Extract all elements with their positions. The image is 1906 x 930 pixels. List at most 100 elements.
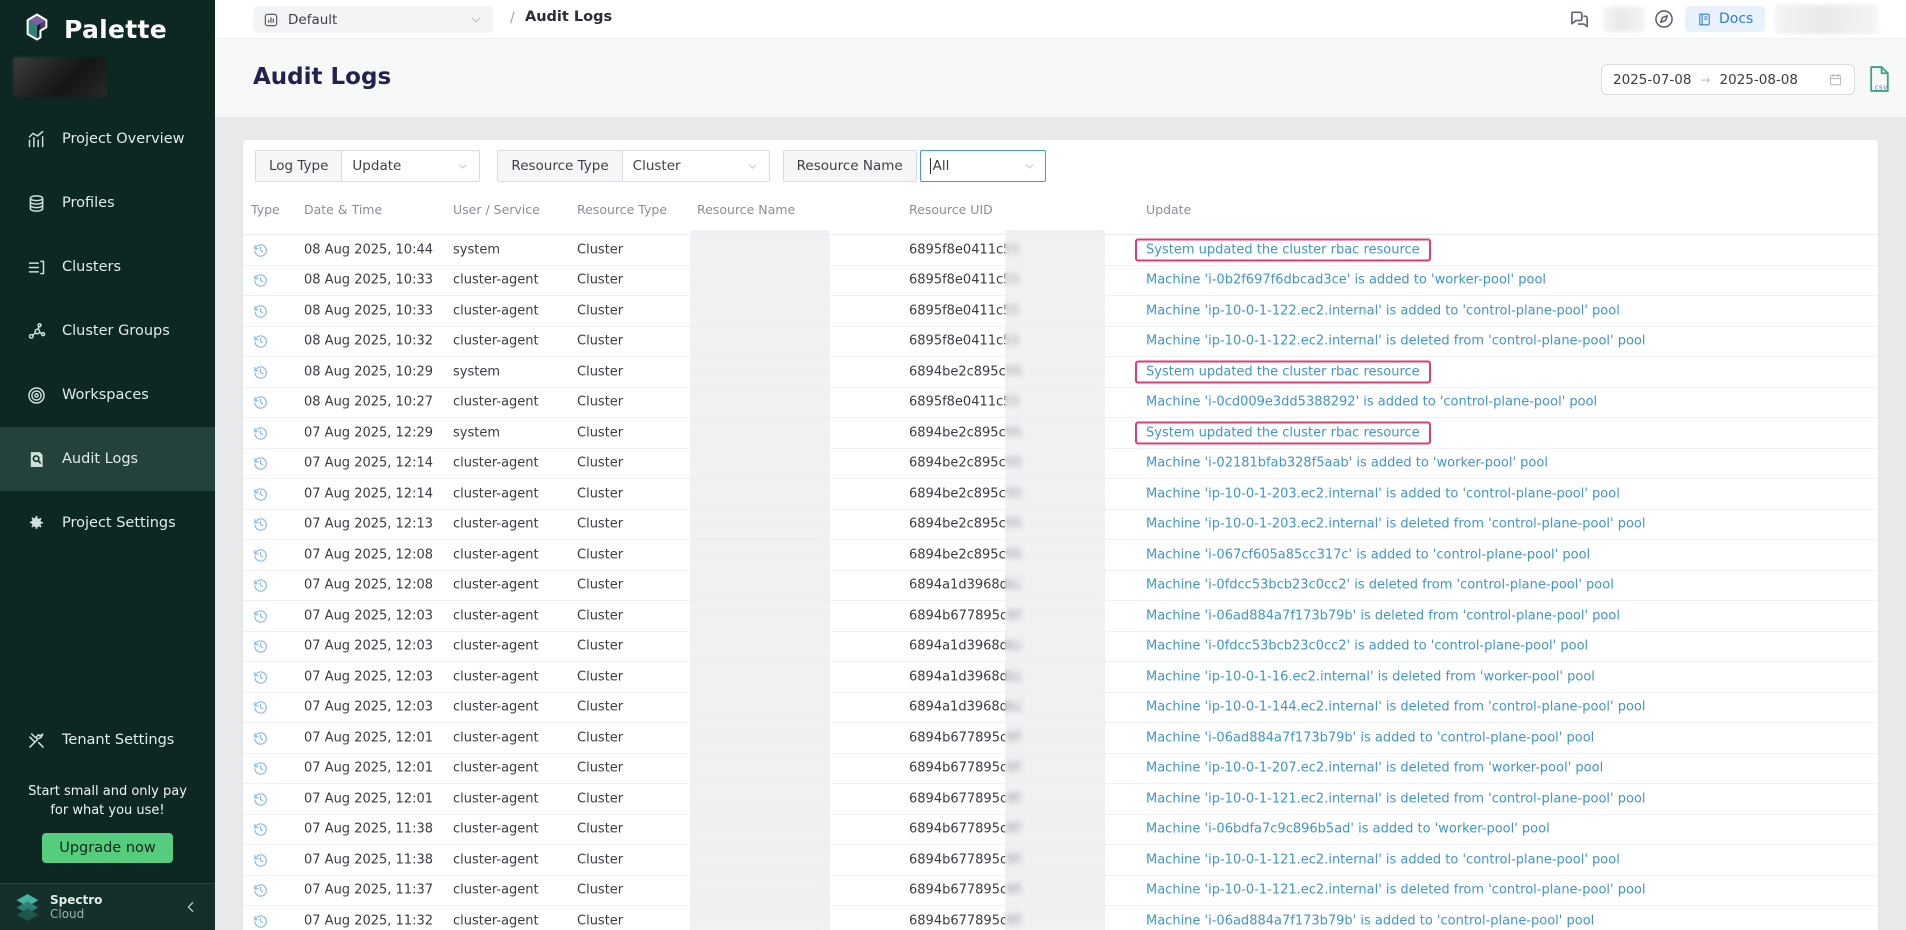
- update-link[interactable]: Machine 'ip-10-0-1-16.ec2.internal' is d…: [1146, 669, 1595, 684]
- update-link[interactable]: System updated the cluster rbac resource: [1135, 360, 1431, 383]
- update-link[interactable]: Machine 'i-0fdcc53bcb23c0cc2' is added t…: [1146, 639, 1588, 654]
- history-icon[interactable]: [252, 455, 269, 472]
- sidebar-item-tenant-settings[interactable]: Tenant Settings: [0, 708, 215, 772]
- cell-datetime: 07 Aug 2025, 12:08: [304, 547, 433, 562]
- history-icon[interactable]: [252, 668, 269, 685]
- cell-user-service: cluster-agent: [453, 852, 539, 867]
- brand-logo[interactable]: Palette: [20, 11, 167, 47]
- history-icon[interactable]: [252, 241, 269, 258]
- cell-user-service: cluster-agent: [453, 547, 539, 562]
- app-root: Palette Project Overview Profiles Cluste…: [0, 0, 1906, 930]
- cell-datetime: 07 Aug 2025, 12:03: [304, 608, 433, 623]
- history-icon[interactable]: [252, 821, 269, 838]
- cell-datetime: 08 Aug 2025, 10:33: [304, 303, 433, 318]
- history-icon[interactable]: [252, 638, 269, 655]
- sidebar-item-project-settings[interactable]: Project Settings: [0, 491, 215, 555]
- cell-datetime: 07 Aug 2025, 12:14: [304, 486, 433, 501]
- update-link[interactable]: Machine 'i-067cf605a85cc317c' is added t…: [1146, 547, 1590, 562]
- filter-log-type-select[interactable]: Update: [342, 151, 479, 181]
- history-icon[interactable]: [252, 912, 269, 929]
- history-icon[interactable]: [252, 760, 269, 777]
- history-icon[interactable]: [252, 699, 269, 716]
- cell-user-service: cluster-agent: [453, 822, 539, 837]
- history-icon[interactable]: [252, 790, 269, 807]
- update-link[interactable]: Machine 'i-06ad884a7f173b79b' is added t…: [1146, 730, 1594, 745]
- update-link[interactable]: Machine 'i-06ad884a7f173b79b' is deleted…: [1146, 608, 1620, 623]
- docs-label: Docs: [1719, 11, 1753, 27]
- history-icon[interactable]: [252, 363, 269, 380]
- update-link[interactable]: Machine 'ip-10-0-1-207.ec2.internal' is …: [1146, 761, 1603, 776]
- history-icon[interactable]: [252, 882, 269, 899]
- cluster-groups-icon: [26, 321, 47, 342]
- cell-resource-type: Cluster: [577, 761, 623, 776]
- filter-bar: Log Type Update Resource Type Cluster Re…: [255, 150, 1046, 182]
- table-header: TypeDate & TimeUser / ServiceResource Ty…: [243, 202, 1878, 226]
- csv-download-icon[interactable]: [1866, 64, 1893, 94]
- cell-resource-type: Cluster: [577, 608, 623, 623]
- cell-resource-type: Cluster: [577, 578, 623, 593]
- docs-button[interactable]: Docs: [1685, 6, 1765, 32]
- column-header: Type: [251, 202, 280, 217]
- history-icon[interactable]: [252, 424, 269, 441]
- update-link[interactable]: Machine 'i-02181bfab328f5aab' is added t…: [1146, 456, 1548, 471]
- update-link[interactable]: Machine 'i-06ad884a7f173b79b' is added t…: [1146, 913, 1594, 928]
- sidebar-item-cluster-groups[interactable]: Cluster Groups: [0, 299, 215, 363]
- update-link[interactable]: Machine 'ip-10-0-1-203.ec2.internal' is …: [1146, 517, 1646, 532]
- update-link[interactable]: System updated the cluster rbac resource: [1135, 238, 1431, 261]
- update-link[interactable]: Machine 'ip-10-0-1-121.ec2.internal' is …: [1146, 852, 1620, 867]
- cell-update: Machine 'ip-10-0-1-121.ec2.internal' is …: [1146, 883, 1646, 898]
- sidebar-item-workspaces[interactable]: Workspaces: [0, 363, 215, 427]
- update-link[interactable]: Machine 'ip-10-0-1-122.ec2.internal' is …: [1146, 303, 1620, 318]
- cell-resource-type: Cluster: [577, 517, 623, 532]
- sidebar-item-overview[interactable]: Project Overview: [0, 107, 215, 171]
- cell-resource-type: Cluster: [577, 425, 623, 440]
- history-icon[interactable]: [252, 546, 269, 563]
- update-link[interactable]: Machine 'ip-10-0-1-121.ec2.internal' is …: [1146, 791, 1646, 806]
- column-header: Date & Time: [304, 202, 382, 217]
- palette-logo-icon: [20, 11, 54, 47]
- update-link[interactable]: Machine 'ip-10-0-1-121.ec2.internal' is …: [1146, 883, 1646, 898]
- cell-update: Machine 'i-06ad884a7f173b79b' is added t…: [1146, 730, 1594, 745]
- cell-user-service: cluster-agent: [453, 456, 539, 471]
- history-icon[interactable]: [252, 516, 269, 533]
- update-link[interactable]: Machine 'i-0cd009e3dd5388292' is added t…: [1146, 395, 1597, 410]
- date-to-value[interactable]: 2025-08-08: [1720, 72, 1798, 88]
- update-link[interactable]: Machine 'i-0b2f697f6dbcad3ce' is added t…: [1146, 273, 1546, 288]
- sidebar-item-label: Workspaces: [62, 387, 149, 403]
- update-link[interactable]: Machine 'ip-10-0-1-144.ec2.internal' is …: [1146, 700, 1646, 715]
- date-range-picker[interactable]: 2025-07-08 → 2025-08-08: [1601, 64, 1855, 95]
- cell-resource-type: Cluster: [577, 456, 623, 471]
- filter-resource-type-select[interactable]: Cluster: [623, 151, 769, 181]
- history-icon[interactable]: [252, 485, 269, 502]
- collapse-sidebar-icon[interactable]: [183, 899, 199, 915]
- history-icon[interactable]: [252, 851, 269, 868]
- update-link[interactable]: Machine 'ip-10-0-1-122.ec2.internal' is …: [1146, 334, 1646, 349]
- sidebar-item-audit-logs[interactable]: Audit Logs: [0, 427, 215, 491]
- sidebar-item-clusters[interactable]: Clusters: [0, 235, 215, 299]
- cell-datetime: 07 Aug 2025, 12:14: [304, 456, 433, 471]
- update-link[interactable]: Machine 'i-06bdfa7c9c896b5ad' is added t…: [1146, 822, 1550, 837]
- history-icon[interactable]: [252, 333, 269, 350]
- calendar-icon: [1828, 72, 1843, 87]
- history-icon[interactable]: [252, 729, 269, 746]
- history-icon[interactable]: [252, 272, 269, 289]
- update-link[interactable]: Machine 'ip-10-0-1-203.ec2.internal' is …: [1146, 486, 1620, 501]
- cell-user-service: cluster-agent: [453, 761, 539, 776]
- filter-resource-name-select[interactable]: All: [920, 150, 1046, 182]
- history-icon[interactable]: [252, 302, 269, 319]
- sidebar-item-profiles[interactable]: Profiles: [0, 171, 215, 235]
- update-link[interactable]: System updated the cluster rbac resource: [1135, 421, 1431, 444]
- history-icon[interactable]: [252, 577, 269, 594]
- cell-datetime: 07 Aug 2025, 12:03: [304, 669, 433, 684]
- project-selector[interactable]: Default: [253, 6, 493, 33]
- compass-icon[interactable]: [1653, 8, 1675, 30]
- history-icon[interactable]: [252, 607, 269, 624]
- upgrade-now-button[interactable]: Upgrade now: [42, 833, 173, 863]
- footer-brand-line2: Cloud: [50, 907, 102, 921]
- upsell-banner: Start small and only pay for what you us…: [0, 782, 215, 863]
- chat-icon[interactable]: [1567, 8, 1592, 31]
- history-icon[interactable]: [252, 394, 269, 411]
- update-link[interactable]: Machine 'i-0fdcc53bcb23c0cc2' is deleted…: [1146, 578, 1614, 593]
- date-from-value[interactable]: 2025-07-08: [1613, 72, 1691, 88]
- text-cursor: [930, 158, 931, 174]
